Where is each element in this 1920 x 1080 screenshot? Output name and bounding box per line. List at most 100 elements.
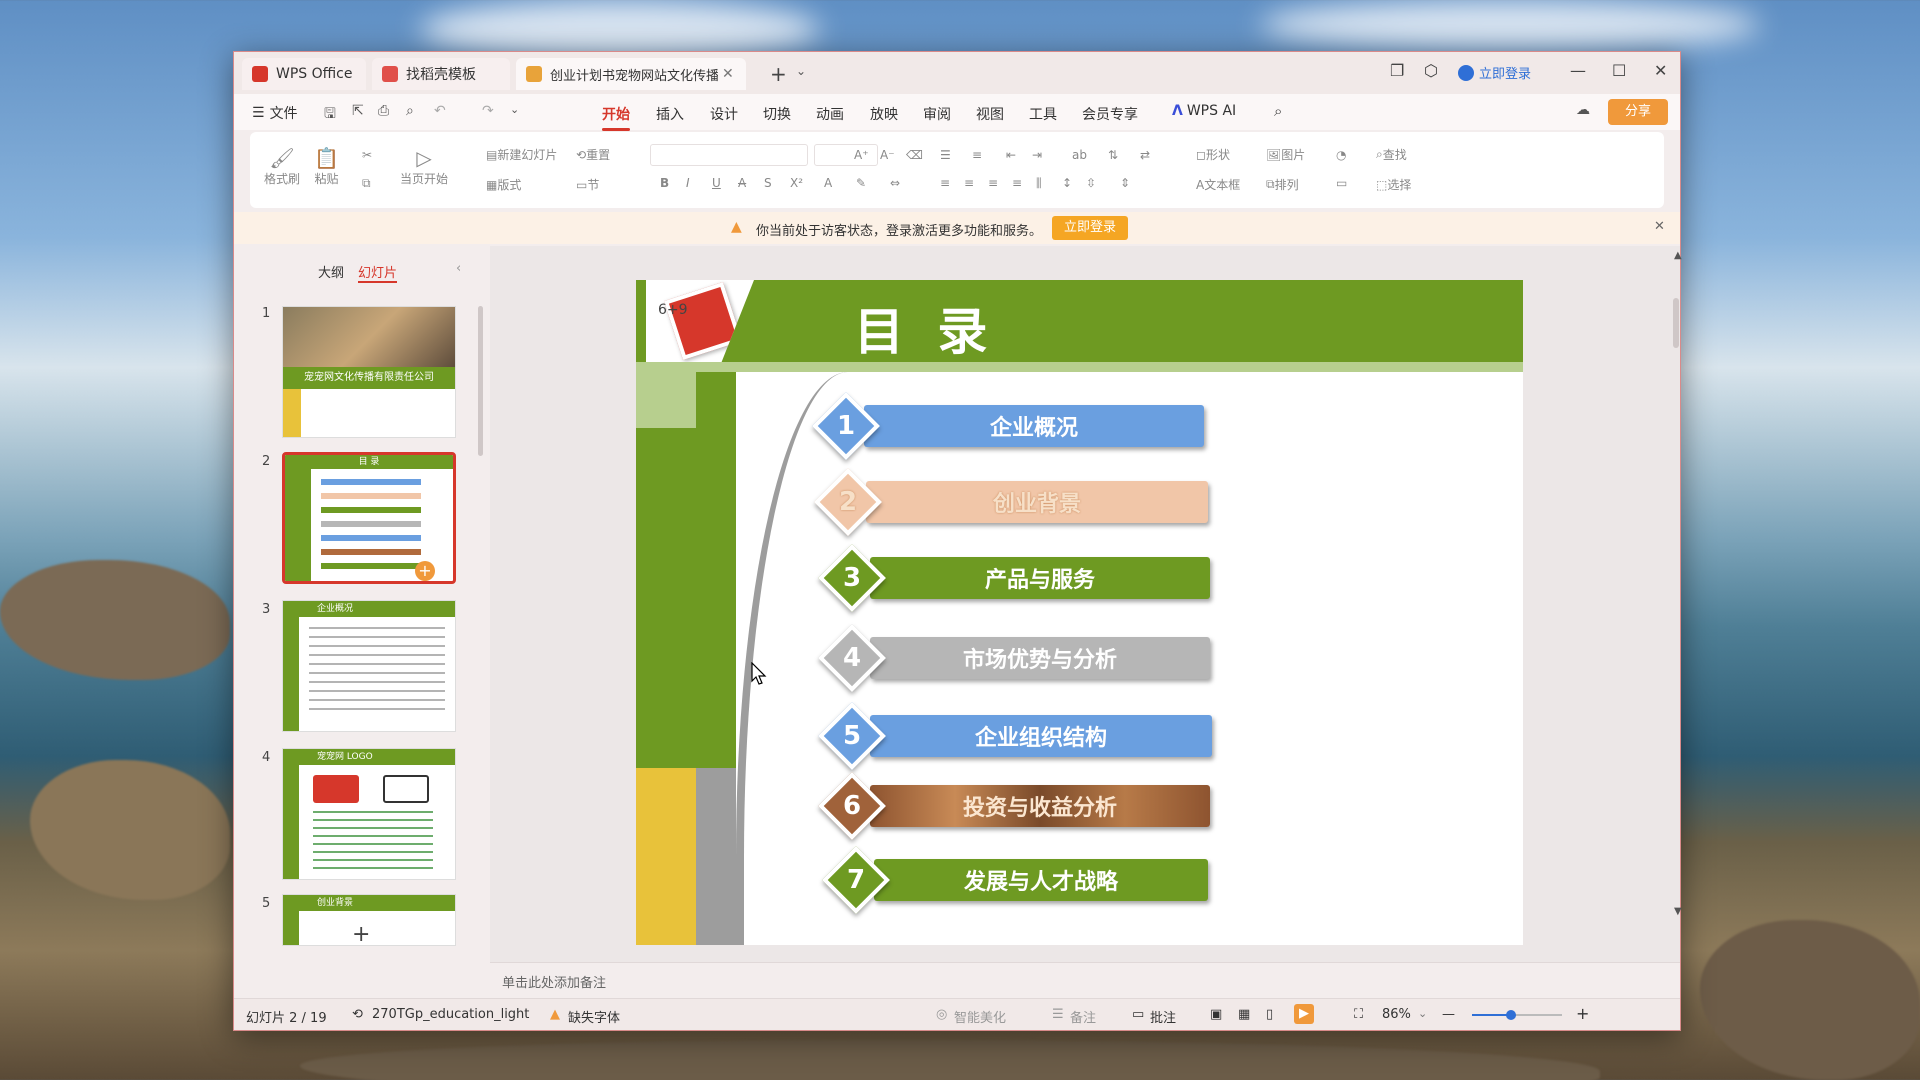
- menu-view[interactable]: 视图: [976, 104, 1004, 124]
- share-button[interactable]: 分享: [1608, 99, 1668, 125]
- wps-ai-button[interactable]: Λ WPS AI: [1172, 103, 1236, 119]
- menu-animation[interactable]: 动画: [816, 104, 844, 124]
- close-window-icon[interactable]: ✕: [1654, 61, 1667, 80]
- scroll-up-icon[interactable]: ▲: [1674, 250, 1682, 261]
- font-color-icon[interactable]: A: [824, 176, 832, 190]
- chevron-down-icon[interactable]: ⌄: [510, 103, 519, 116]
- window-layout-icon[interactable]: ❐: [1390, 61, 1404, 80]
- fill-icon[interactable]: ◔: [1336, 148, 1346, 162]
- find-button[interactable]: ⌕ 查找: [1376, 146, 1407, 163]
- vertical-align-icon[interactable]: ⇕: [1120, 176, 1130, 190]
- normal-view-icon[interactable]: ▣: [1210, 1007, 1222, 1022]
- tab-wps-office[interactable]: WPS Office: [242, 58, 366, 90]
- align-right-icon[interactable]: ≡: [988, 176, 998, 190]
- grid-view-icon[interactable]: ▦: [1238, 1007, 1250, 1022]
- justify-icon[interactable]: ≡: [1012, 176, 1022, 190]
- menu-tools[interactable]: 工具: [1029, 104, 1057, 124]
- zoom-slider[interactable]: [1472, 1010, 1562, 1020]
- redo-icon[interactable]: ↷: [482, 103, 494, 119]
- menu-design[interactable]: 设计: [710, 104, 738, 124]
- outline-icon[interactable]: ▭: [1336, 176, 1347, 190]
- outdent-icon[interactable]: ⇤: [1006, 148, 1016, 162]
- reading-view-icon[interactable]: ▯: [1266, 1007, 1273, 1022]
- strikethrough-icon[interactable]: A: [738, 176, 746, 190]
- paragraph-spacing-icon[interactable]: ⇳: [1086, 176, 1096, 190]
- menu-slideshow[interactable]: 放映: [870, 104, 898, 124]
- slide-thumbnail-2[interactable]: 目 录 +: [282, 452, 456, 584]
- columns-icon[interactable]: ⫼: [1036, 176, 1042, 191]
- shapes-button[interactable]: ◻ 形状: [1196, 146, 1230, 163]
- increase-font-icon[interactable]: A⁺: [854, 148, 869, 162]
- undo-icon[interactable]: ↶: [434, 103, 446, 119]
- paste-button[interactable]: 📋 粘贴: [314, 146, 339, 187]
- textbox-button[interactable]: A 文本框: [1196, 176, 1240, 193]
- slide-thumbnail-1[interactable]: 宠宠网文化传播有限责任公司: [282, 306, 456, 438]
- maximize-icon[interactable]: ☐: [1612, 61, 1626, 80]
- slide-thumbnail-3[interactable]: 企业概况: [282, 600, 456, 732]
- layout-button[interactable]: ▦ 版式: [486, 176, 521, 193]
- new-tab-icon[interactable]: +: [770, 62, 787, 86]
- zoom-out-icon[interactable]: —: [1442, 1007, 1455, 1022]
- align-left-icon[interactable]: ≡: [940, 176, 950, 190]
- highlight-icon[interactable]: ✎: [856, 176, 866, 190]
- format-painter-button[interactable]: 🖌 格式刷: [264, 146, 300, 187]
- reset-button[interactable]: ⟲ 重置: [576, 146, 610, 163]
- scroll-down-icon[interactable]: ▼: [1674, 906, 1682, 917]
- superscript-icon[interactable]: X²: [790, 176, 803, 190]
- smart-beautify-label[interactable]: 智能美化: [954, 1007, 1006, 1026]
- sort-icon[interactable]: ⇅: [1108, 148, 1118, 162]
- numbered-list-icon[interactable]: ≡: [972, 148, 982, 162]
- eraser-icon[interactable]: ⌫: [906, 148, 923, 162]
- new-slide-button[interactable]: ▤ 新建幻灯片: [486, 146, 557, 163]
- file-menu[interactable]: ☰ 文件: [252, 103, 298, 123]
- notice-login-button[interactable]: 立即登录: [1052, 216, 1128, 240]
- chevron-down-icon[interactable]: ⌄: [796, 64, 806, 78]
- fit-window-icon[interactable]: ⛶: [1354, 1007, 1363, 1022]
- print-icon[interactable]: ⎙: [378, 103, 389, 119]
- save-icon[interactable]: 🖫: [324, 103, 336, 127]
- zoom-in-icon[interactable]: +: [1576, 1004, 1589, 1023]
- chevron-down-icon[interactable]: ⌄: [1418, 1007, 1427, 1020]
- copy-icon[interactable]: ⧉: [362, 176, 371, 191]
- slide-canvas[interactable]: 6+9 目 录 企业概况 1 创业背景 2 产品与服务 3 市场优势与分析 4 …: [636, 280, 1523, 945]
- add-slide-button[interactable]: +: [352, 922, 370, 947]
- editor-scrollbar[interactable]: [1673, 298, 1679, 348]
- export-icon[interactable]: ⇱: [352, 103, 364, 119]
- login-button[interactable]: 立即登录: [1458, 63, 1531, 82]
- close-notice-icon[interactable]: ✕: [1654, 219, 1665, 234]
- zoom-level[interactable]: 86%: [1382, 1007, 1411, 1022]
- decrease-font-icon[interactable]: A⁻: [880, 148, 895, 162]
- picture-button[interactable]: 🖼 图片: [1266, 146, 1305, 163]
- zoom-slider-knob[interactable]: [1506, 1010, 1516, 1020]
- char-spacing-icon[interactable]: ⇔: [890, 176, 900, 190]
- line-spacing-icon[interactable]: ↕: [1062, 176, 1072, 190]
- indent-icon[interactable]: ⇥: [1032, 148, 1042, 162]
- tab-template[interactable]: 找稻壳模板: [372, 58, 510, 90]
- text-direction-icon[interactable]: ab: [1072, 148, 1087, 162]
- collapse-panel-icon[interactable]: ‹: [456, 261, 461, 276]
- bullet-list-icon[interactable]: ☰: [940, 148, 951, 162]
- minimize-icon[interactable]: —: [1570, 61, 1586, 80]
- italic-icon[interactable]: I: [686, 176, 690, 190]
- close-tab-icon[interactable]: ✕: [722, 66, 734, 82]
- theme-name[interactable]: 270TGp_education_light: [372, 1007, 529, 1022]
- bold-icon[interactable]: B: [660, 176, 669, 190]
- comments-toggle[interactable]: 批注: [1150, 1007, 1176, 1026]
- align-center-icon[interactable]: ≡: [964, 176, 974, 190]
- menu-insert[interactable]: 插入: [656, 104, 684, 124]
- cut-icon[interactable]: ✂: [362, 148, 372, 162]
- select-button[interactable]: ⬚ 选择: [1376, 176, 1411, 193]
- cube-icon[interactable]: ⬡: [1424, 61, 1438, 80]
- underline-icon[interactable]: U: [712, 176, 721, 190]
- menu-review[interactable]: 审阅: [923, 104, 951, 124]
- tab-slides[interactable]: 幻灯片: [358, 262, 398, 283]
- missing-font-label[interactable]: 缺失字体: [568, 1007, 620, 1026]
- menu-home[interactable]: 开始: [602, 104, 630, 131]
- convert-icon[interactable]: ⇄: [1140, 148, 1150, 162]
- arrange-button[interactable]: ⧉ 排列: [1266, 176, 1299, 193]
- slideshow-icon[interactable]: ▶: [1294, 1004, 1314, 1024]
- preview-icon[interactable]: ⌕: [406, 103, 414, 119]
- notes-toggle[interactable]: 备注: [1070, 1007, 1096, 1026]
- play-from-current-button[interactable]: ▷ 当页开始: [400, 146, 448, 187]
- font-family-select[interactable]: [650, 144, 808, 166]
